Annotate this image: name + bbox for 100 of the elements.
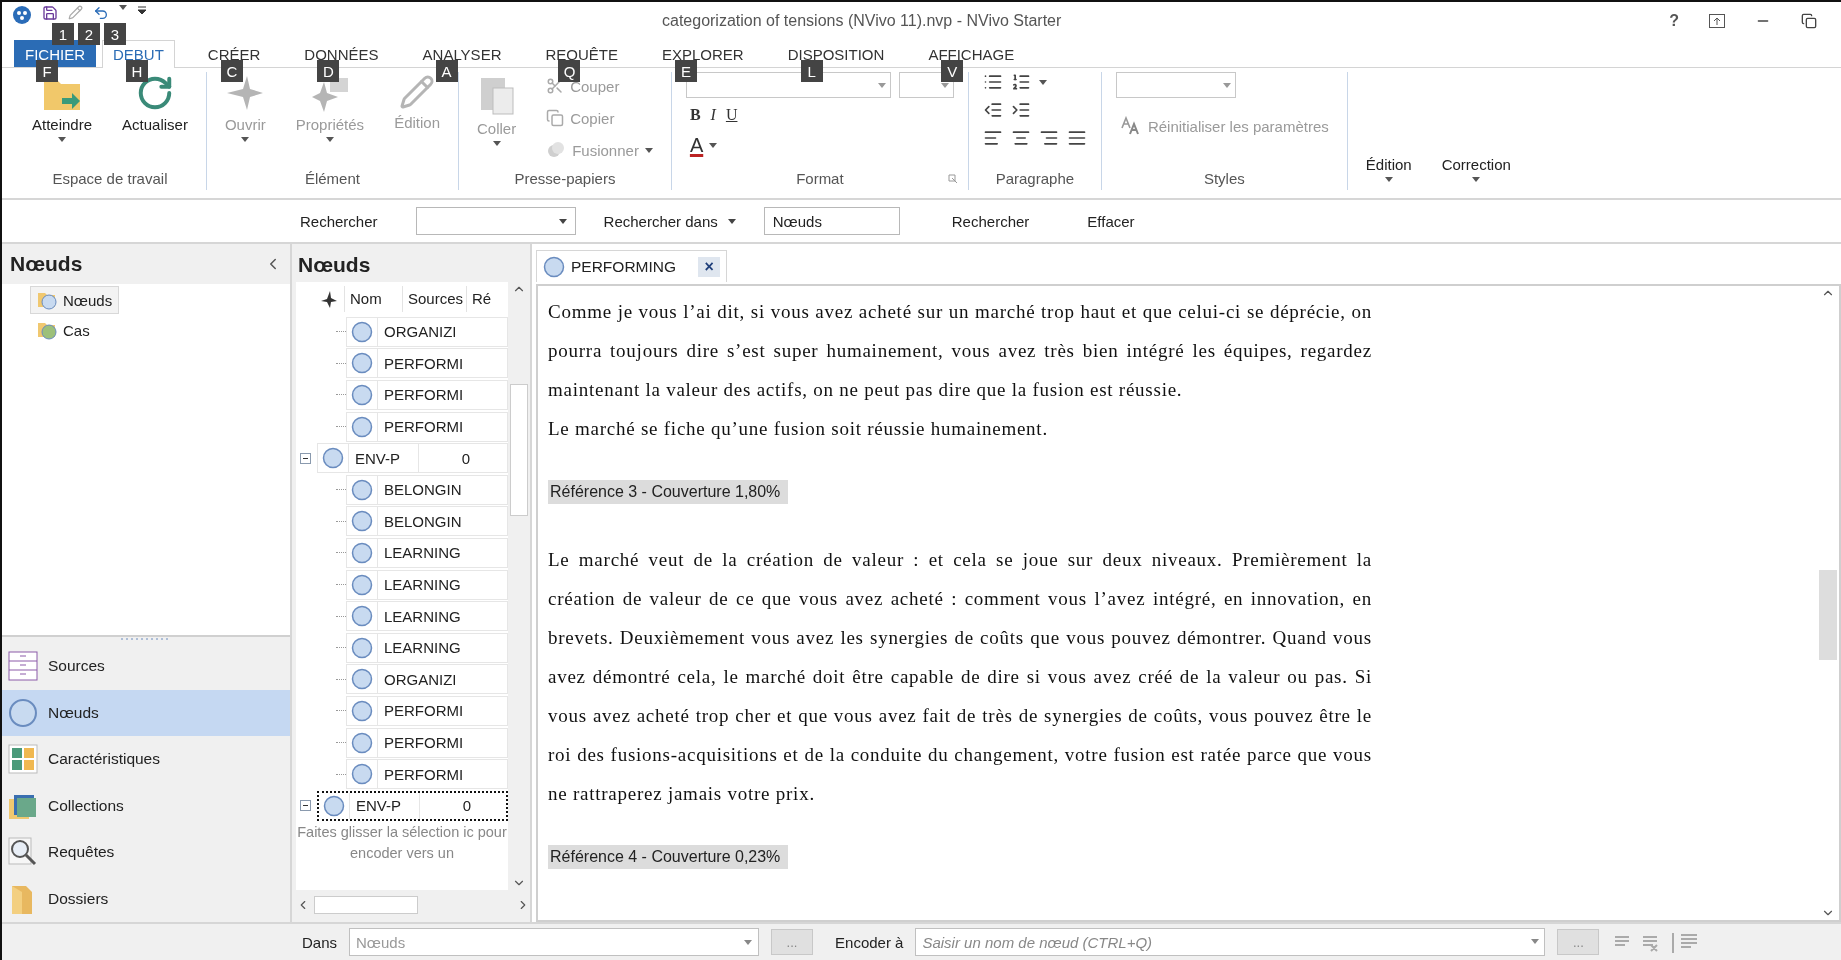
collapse-icon[interactable] — [300, 452, 311, 464]
search-field[interactable] — [415, 207, 576, 235]
align-left-icon[interactable] — [982, 128, 1003, 148]
keytip-badge: D — [317, 60, 340, 82]
node-name: ENV-P — [348, 444, 418, 473]
column-header[interactable]: Nom — [344, 286, 402, 312]
clear-button[interactable]: Effacer — [1077, 208, 1145, 234]
node-name: LEARNING — [377, 633, 497, 662]
keytip-badge: E — [675, 60, 697, 82]
node-row[interactable]: PERFORMI — [346, 380, 508, 410]
indent-increase-icon[interactable] — [1010, 100, 1031, 120]
format-button[interactable]: I — [706, 102, 720, 128]
app-logo[interactable] — [12, 5, 32, 25]
keytip-badge: 2 — [78, 23, 100, 45]
navigation-item[interactable]: Collections — [2, 782, 290, 829]
node-icon — [351, 352, 373, 375]
search-scope-button[interactable]: Rechercher dans — [593, 208, 746, 234]
group-label: Format — [796, 170, 844, 189]
node-row[interactable]: LEARNING — [346, 601, 508, 632]
node-icon — [351, 541, 373, 564]
navigation-item[interactable]: Dossiers — [2, 875, 290, 922]
format-button[interactable]: B — [685, 102, 705, 128]
node-row[interactable]: PERFORMI — [346, 348, 508, 379]
caret-icon — [877, 82, 886, 88]
node-row[interactable]: ORGANIZI — [346, 316, 508, 347]
caret-icon — [1038, 79, 1047, 85]
node-name-field[interactable]: Saisir un nom de nœud (CTRL+Q) — [915, 928, 1546, 956]
node-row[interactable]: LEARNING — [346, 632, 508, 663]
align-center-icon[interactable] — [1010, 128, 1031, 148]
group-label: Presse-papiers — [514, 170, 616, 189]
merge-icon — [546, 140, 567, 160]
restore-icon[interactable] — [1801, 13, 1817, 29]
keytip-badge: C — [220, 60, 243, 82]
bullet-list-icon[interactable] — [982, 72, 1003, 92]
code-label: Encoder à — [835, 933, 904, 951]
align-justify-icon[interactable] — [1066, 128, 1087, 148]
node-row[interactable]: ORGANIZI — [346, 664, 508, 695]
close-button[interactable]: × — [698, 256, 721, 277]
reference-heading: Référence 3 - Couverture 1,80% — [548, 480, 789, 504]
keytip-badge: Q — [558, 60, 581, 82]
node-icon — [351, 636, 373, 659]
node-row[interactable]: PERFORMI — [346, 695, 508, 726]
sources-count: 0 — [418, 444, 478, 473]
node-name: PERFORMI — [377, 760, 497, 789]
indent-decrease-icon[interactable] — [982, 100, 1003, 120]
column-header[interactable]: Sources — [402, 286, 466, 312]
keytip-badge: 3 — [104, 23, 126, 45]
scrollbar-thumb[interactable] — [1819, 570, 1837, 660]
keytip-badge: F — [36, 60, 58, 82]
search-button[interactable]: Rechercher — [941, 208, 1040, 234]
scope-field[interactable]: Nœuds — [763, 207, 900, 235]
node-row[interactable]: PERFORMI — [346, 727, 508, 758]
node-icon — [351, 384, 373, 406]
node-row[interactable]: PERFORMI — [346, 411, 508, 442]
scrollbar-thumb[interactable] — [314, 896, 418, 914]
node-icon — [323, 794, 345, 817]
node-row[interactable]: BELONGIN — [346, 474, 508, 505]
star-burst-icon — [320, 290, 338, 308]
node-row[interactable]: ENV-P 0 — [317, 790, 508, 821]
node-row[interactable]: BELONGIN — [346, 506, 508, 537]
node-name: ORGANIZI — [377, 665, 497, 694]
customize-icon[interactable] — [137, 5, 147, 15]
tree-item[interactable]: Cas — [30, 316, 97, 344]
case-folder-icon — [37, 320, 59, 340]
navigation-item[interactable]: Sources — [2, 643, 290, 690]
column-header[interactable]: Ré — [466, 286, 494, 312]
document-tab[interactable]: PERFORMING × — [536, 250, 728, 282]
pencil-icon — [399, 74, 436, 110]
node-icon — [351, 731, 373, 754]
node-icon — [8, 697, 38, 728]
window-title: categorization of tensions (NVivo 11).nvp - NVivo Starter — [662, 12, 1063, 30]
node-row[interactable]: ENV-P 0 — [317, 443, 508, 474]
tree-item[interactable]: Nœuds — [30, 286, 120, 314]
node-row[interactable]: LEARNING — [346, 537, 508, 568]
node-icon — [322, 447, 344, 470]
align-right-icon[interactable] — [1038, 128, 1059, 148]
text-style-icon — [1119, 116, 1142, 136]
dialog-launcher-icon[interactable] — [947, 174, 958, 184]
caret-icon — [1222, 82, 1231, 88]
format-button[interactable]: U — [721, 102, 742, 128]
undo-icon[interactable] — [93, 5, 109, 21]
navigation-item[interactable]: Nœuds — [2, 689, 290, 736]
splitter-grip[interactable] — [121, 637, 171, 641]
collapse-icon[interactable] — [300, 800, 311, 812]
keytip-badge: 1 — [52, 23, 74, 45]
node-name: LEARNING — [377, 602, 497, 631]
ribbon-toggle-icon[interactable] — [1709, 14, 1725, 28]
node-row[interactable]: PERFORMI — [346, 759, 508, 790]
magnifier-icon — [8, 837, 38, 868]
help-button[interactable]: ? — [1669, 12, 1679, 30]
ribbon-button[interactable]: Édition — [1361, 112, 1416, 204]
save-icon[interactable] — [42, 5, 58, 21]
node-row[interactable]: LEARNING — [346, 569, 508, 600]
numbered-list-icon[interactable] — [1010, 72, 1031, 92]
ribbon-button[interactable]: Correction — [1437, 112, 1515, 204]
drop-hint: Faites glisser la sélection ic pour encoder vers un — [296, 822, 508, 863]
font-color-button[interactable]: A — [685, 132, 708, 158]
navigation-item[interactable]: Caractéristiques — [2, 736, 290, 783]
scrollbar-thumb[interactable] — [510, 384, 528, 516]
navigation-item[interactable]: Requêtes — [2, 829, 290, 876]
